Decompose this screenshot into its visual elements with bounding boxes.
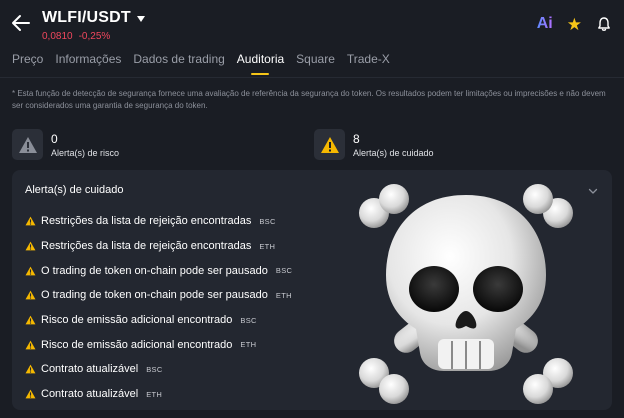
caution-alert-item[interactable]: Restrições da lista de rejeição encontra… — [25, 234, 292, 259]
caution-alert-text: 8 Alerta(s) de cuidado — [353, 131, 434, 159]
pair-title[interactable]: WLFI/USDT — [42, 9, 131, 27]
tab-divider — [0, 77, 624, 78]
risk-alert-icon-box — [12, 129, 43, 160]
tab-auditoria[interactable]: Auditoria — [237, 52, 284, 72]
risk-alert-text: 0 Alerta(s) de risco — [51, 131, 119, 159]
risk-alert-summary[interactable]: 0 Alerta(s) de risco — [12, 129, 119, 160]
caution-alert-text: Contrato atualizável — [41, 388, 139, 401]
caution-alert-text: O trading de token on-chain pode ser pau… — [41, 289, 268, 302]
warning-icon — [320, 136, 339, 153]
caution-alert-label: Alerta(s) de cuidado — [353, 147, 434, 158]
chain-tag: BSC — [275, 266, 293, 276]
price-value: 0,0810 — [42, 31, 73, 42]
skull-crossbones-emoji — [359, 184, 573, 404]
chain-tag: BSC — [146, 364, 163, 374]
caution-alert-item[interactable]: Restrições da lista de rejeição encontra… — [25, 209, 292, 234]
ai-icon[interactable]: Ai — [537, 15, 553, 33]
star-icon[interactable]: ★ — [567, 16, 582, 33]
warning-icon — [25, 266, 36, 276]
header-actions: Ai ★ — [537, 15, 612, 33]
warning-icon — [25, 389, 36, 399]
caution-alert-item[interactable]: Risco de emissão adicional encontrado BSC — [25, 308, 292, 333]
header: WLFI/USDT 0,0810 -0,25% Ai ★ — [0, 0, 624, 46]
caret-down-icon[interactable] — [136, 16, 145, 22]
caution-alert-text: Risco de emissão adicional encontrado — [41, 338, 233, 351]
caution-alert-text: Restrições da lista de rejeição encontra… — [41, 240, 252, 253]
pair-selector[interactable]: WLFI/USDT — [42, 9, 145, 27]
warning-icon — [25, 216, 36, 226]
caution-alert-item[interactable]: O trading de token on-chain pode ser pau… — [25, 283, 292, 308]
tab-preco[interactable]: Preço — [12, 52, 43, 72]
chain-tag: ETH — [146, 389, 163, 399]
caution-alert-item[interactable]: Contrato atualizável BSC — [25, 357, 292, 382]
chain-tag: ETH — [240, 340, 257, 350]
caution-alert-text: Restrições da lista de rejeição encontra… — [41, 215, 252, 228]
disclaimer-text: * Esta função de detecção de segurança f… — [12, 89, 606, 110]
chain-tag: BSC — [259, 216, 276, 226]
chain-tag: ETH — [275, 290, 292, 300]
panel-title: Alerta(s) de cuidado — [25, 184, 124, 196]
price-change: -0,25% — [78, 31, 111, 42]
risk-alert-label: Alerta(s) de risco — [51, 147, 120, 158]
risk-alert-count: 0 — [51, 131, 58, 146]
caution-alert-text: Risco de emissão adicional encontrado — [41, 314, 233, 327]
chevron-down-icon[interactable] — [588, 186, 598, 196]
tab-dados-de-trading[interactable]: Dados de trading — [133, 52, 224, 72]
caution-alert-item[interactable]: Contrato atualizável ETH — [25, 382, 292, 407]
warning-icon — [25, 365, 36, 374]
caution-alert-list: Restrições da lista de rejeição encontra… — [25, 209, 292, 407]
warning-icon — [18, 136, 37, 153]
caution-alert-count: 8 — [353, 131, 360, 146]
warning-icon — [25, 241, 36, 251]
caution-alert-text: O trading de token on-chain pode ser pau… — [41, 264, 268, 277]
caution-alert-item[interactable]: O trading de token on-chain pode ser pau… — [25, 258, 292, 283]
warning-icon — [25, 315, 36, 325]
tab-square[interactable]: Square — [296, 52, 335, 72]
chain-tag: BSC — [240, 315, 257, 325]
caution-alert-item[interactable]: Risco de emissão adicional encontrado ETH — [25, 332, 292, 357]
warning-icon — [25, 340, 36, 350]
warning-icon — [25, 291, 36, 300]
caution-alert-summary[interactable]: 8 Alerta(s) de cuidado — [314, 129, 434, 160]
price-row: 0,0810 -0,25% — [42, 31, 110, 42]
caution-alert-text: Contrato atualizável — [41, 363, 139, 376]
bell-icon[interactable] — [596, 16, 612, 32]
caution-alert-icon-box — [314, 129, 345, 160]
tab-bar: Preço Informações Dados de trading Audit… — [0, 52, 624, 76]
back-arrow-icon[interactable] — [10, 12, 32, 34]
chain-tag: ETH — [259, 241, 276, 251]
tab-informacoes[interactable]: Informações — [55, 52, 121, 72]
tab-trade-x[interactable]: Trade-X — [347, 52, 390, 72]
